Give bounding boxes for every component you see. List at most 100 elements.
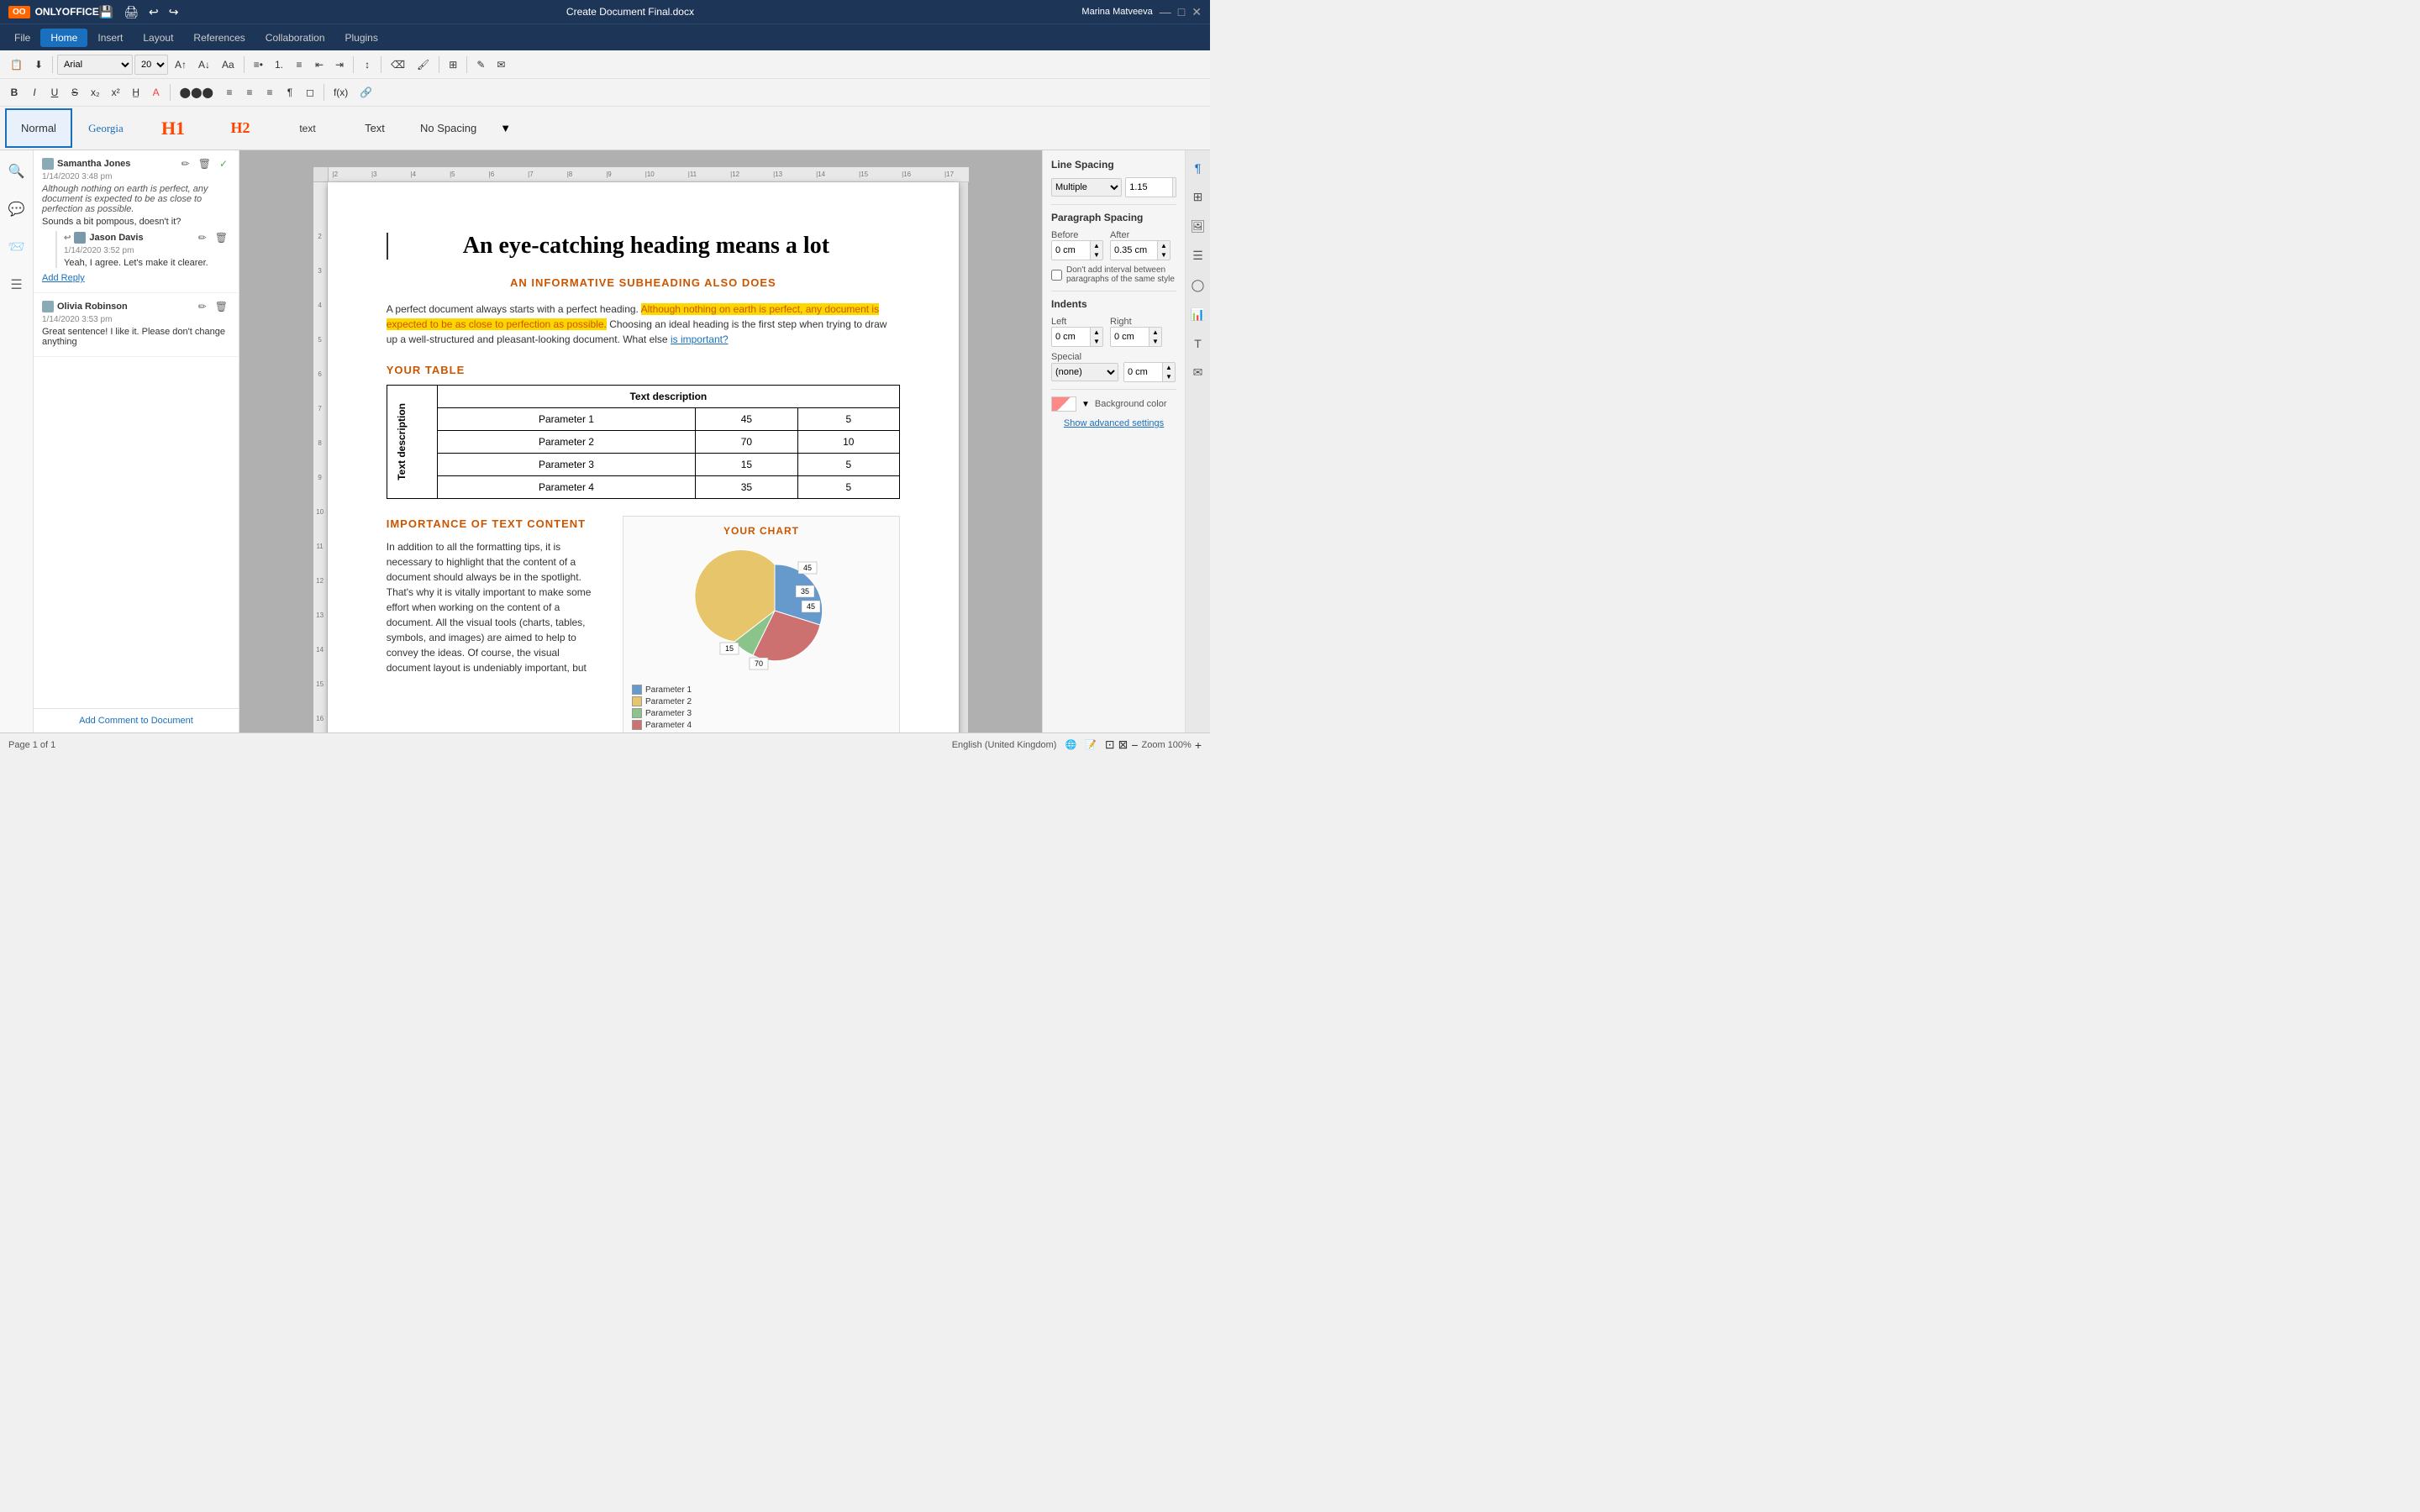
preset-text-small[interactable]: text: [274, 108, 341, 148]
zoom-out-btn[interactable]: −: [1131, 738, 1138, 752]
special-type-select[interactable]: (none): [1051, 363, 1118, 381]
chat-icon[interactable]: 📨: [4, 234, 29, 260]
spacing-up-btn[interactable]: ▲: [1173, 178, 1176, 187]
comment-2-delete-btn[interactable]: 🗑: [213, 300, 230, 313]
before-value-input[interactable]: [1052, 241, 1090, 260]
textbox-icon[interactable]: T: [1192, 334, 1204, 353]
maximize-btn[interactable]: □: [1178, 5, 1185, 18]
special-up-btn[interactable]: ▲: [1163, 363, 1175, 372]
preset-h2[interactable]: H2: [207, 108, 274, 148]
comments-icon[interactable]: 💬: [4, 197, 29, 222]
superscript-btn[interactable]: x²: [107, 82, 125, 102]
strikethrough-btn[interactable]: S: [66, 82, 84, 102]
header-footer-icon[interactable]: ☰: [1190, 246, 1206, 265]
line-spacing-value-input[interactable]: [1126, 178, 1172, 197]
indent-right-up-btn[interactable]: ▲: [1150, 328, 1161, 337]
preset-h1[interactable]: H1: [139, 108, 207, 148]
shapes-icon[interactable]: ◯: [1189, 276, 1207, 295]
font-selector[interactable]: Arial: [57, 55, 133, 75]
show-advanced-link[interactable]: Show advanced settings: [1051, 418, 1176, 428]
shading-btn[interactable]: ◻: [301, 82, 319, 102]
spellcheck-icon[interactable]: 🌐: [1065, 739, 1076, 750]
comment-1-edit-btn[interactable]: ✏: [179, 157, 192, 171]
indent-left-input[interactable]: [1052, 328, 1090, 346]
insert-link-btn[interactable]: 🔗: [355, 82, 377, 102]
preset-no-spacing[interactable]: No Spacing: [408, 108, 488, 148]
after-down-btn[interactable]: ▼: [1158, 250, 1170, 260]
minimize-btn[interactable]: —: [1160, 5, 1171, 18]
comment-1-delete-btn[interactable]: 🗑: [196, 157, 213, 171]
insert-fn-btn[interactable]: f(x): [329, 82, 353, 102]
menu-insert[interactable]: Insert: [87, 29, 133, 47]
clear-format-btn[interactable]: ⌫: [386, 55, 410, 75]
justify-btn[interactable]: ≡: [260, 82, 279, 102]
same-style-checkbox[interactable]: [1051, 270, 1062, 281]
decrease-indent-btn[interactable]: ⇤: [310, 55, 329, 75]
menu-collaboration[interactable]: Collaboration: [255, 29, 335, 47]
align-center-btn[interactable]: ≡: [220, 82, 239, 102]
align-right-btn[interactable]: ≡: [240, 82, 259, 102]
mail-merge-btn[interactable]: ✉: [492, 55, 510, 75]
multilevel-btn[interactable]: ≡: [290, 55, 308, 75]
track-changes-status-icon[interactable]: 📝: [1085, 739, 1097, 750]
menu-home[interactable]: Home: [40, 29, 87, 47]
preset-more[interactable]: ▼: [488, 108, 523, 148]
align-left-btn[interactable]: ⬤⬤⬤: [175, 82, 218, 102]
before-down-btn[interactable]: ▼: [1091, 250, 1102, 260]
menu-plugins[interactable]: Plugins: [335, 29, 388, 47]
reply-1-delete-btn[interactable]: 🗑: [213, 231, 230, 244]
special-down-btn[interactable]: ▼: [1163, 372, 1175, 381]
font-grow-btn[interactable]: A↑: [170, 55, 192, 75]
preset-normal[interactable]: Normal: [5, 108, 72, 148]
font-size-selector[interactable]: 20: [134, 55, 168, 75]
add-reply-1-btn[interactable]: Add Reply: [42, 270, 85, 286]
print-icon[interactable]: 🖨: [124, 5, 139, 19]
close-btn[interactable]: ✕: [1192, 5, 1202, 19]
indent-left-up-btn[interactable]: ▲: [1091, 328, 1102, 337]
before-up-btn[interactable]: ▲: [1091, 241, 1102, 250]
paste-btn[interactable]: ⬇: [29, 55, 48, 75]
track-changes-btn[interactable]: ✎: [471, 55, 490, 75]
outline-icon[interactable]: ☰: [6, 272, 26, 297]
save-icon[interactable]: 💾: [99, 5, 113, 19]
spacing-down-btn[interactable]: ▼: [1173, 187, 1176, 197]
font-color-btn[interactable]: A: [147, 82, 166, 102]
comment-1-resolve-btn[interactable]: ✓: [217, 157, 230, 171]
reply-1-edit-btn[interactable]: ✏: [196, 231, 209, 244]
special-value-spinner[interactable]: ▲ ▼: [1123, 362, 1176, 382]
after-value-spinner[interactable]: ▲ ▼: [1110, 240, 1171, 260]
italic-btn[interactable]: I: [25, 82, 44, 102]
bold-btn[interactable]: B: [5, 82, 24, 102]
change-case-btn[interactable]: Aa: [217, 55, 239, 75]
paragraph-mark-btn[interactable]: ¶: [281, 82, 299, 102]
chart-panel-icon[interactable]: 📊: [1188, 305, 1207, 324]
indent-left-spinner[interactable]: ▲ ▼: [1051, 327, 1103, 347]
numbering-btn[interactable]: 1.: [270, 55, 288, 75]
copy-style-btn[interactable]: 🖌: [412, 55, 434, 75]
doc-scrollbar[interactable]: [959, 182, 969, 732]
preset-georgia[interactable]: Georgia: [72, 108, 139, 148]
image-icon[interactable]: 🖼: [1188, 217, 1208, 236]
comment-2-edit-btn[interactable]: ✏: [196, 300, 209, 313]
indent-right-down-btn[interactable]: ▼: [1150, 337, 1161, 346]
menu-references[interactable]: References: [183, 29, 255, 47]
menu-layout[interactable]: Layout: [133, 29, 183, 47]
insert-table-btn[interactable]: ⊞: [444, 55, 462, 75]
redo-icon[interactable]: ↪: [169, 5, 179, 19]
add-comment-footer[interactable]: Add Comment to Document: [34, 708, 239, 732]
undo-icon[interactable]: ↩: [149, 5, 159, 19]
mail-icon[interactable]: ✉: [1191, 363, 1206, 382]
after-up-btn[interactable]: ▲: [1158, 241, 1170, 250]
preset-text-large[interactable]: Text: [341, 108, 408, 148]
highlight-btn[interactable]: H̲: [127, 82, 145, 102]
line-spacing-btn[interactable]: ↕: [358, 55, 376, 75]
bg-color-swatch[interactable]: [1051, 396, 1076, 412]
subscript-btn[interactable]: x₂: [86, 82, 105, 102]
doc-link-text[interactable]: is important?: [671, 333, 729, 345]
paragraph-icon[interactable]: ¶: [1192, 159, 1204, 177]
indent-right-spinner[interactable]: ▲ ▼: [1110, 327, 1162, 347]
language-indicator[interactable]: English (United Kingdom): [952, 740, 1057, 750]
after-value-input[interactable]: [1111, 241, 1157, 260]
indent-right-input[interactable]: [1111, 328, 1149, 346]
increase-indent-btn[interactable]: ⇥: [330, 55, 349, 75]
